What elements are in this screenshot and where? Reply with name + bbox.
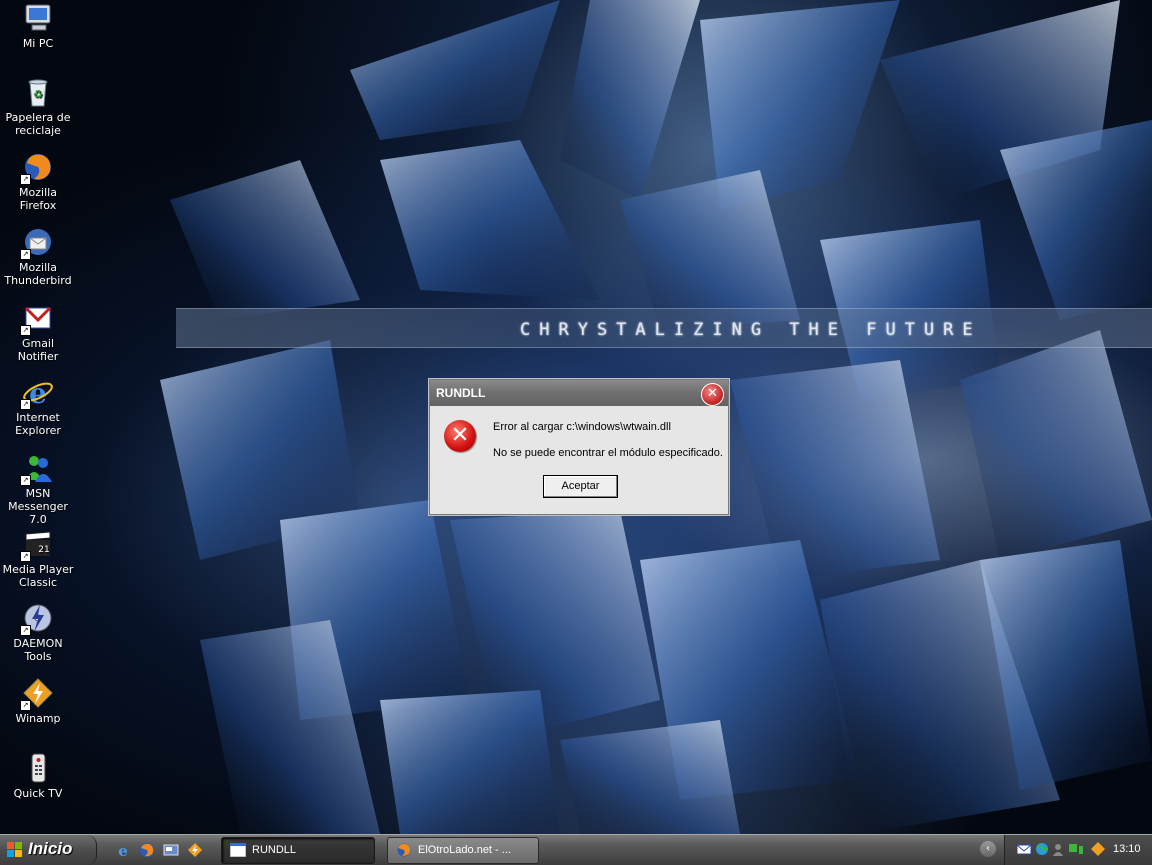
recycle-bin-icon: ♻ [22, 76, 54, 108]
shortcut-arrow-icon: ↗ [20, 399, 31, 410]
internet-explorer-icon[interactable]: e [115, 842, 131, 858]
start-label: Inicio [28, 839, 73, 858]
svg-text:e: e [29, 377, 47, 408]
taskbar-button-label: RUNDLL [252, 844, 297, 856]
shortcut-arrow-icon: ↗ [20, 475, 31, 486]
svg-text:e: e [118, 842, 128, 858]
desktop-icon-label: Mozilla Thunderbird [4, 261, 72, 287]
gmail-icon: ↗ [20, 302, 54, 336]
error-message-line2: No se puede encontrar el módulo especifi… [493, 447, 723, 459]
taskbar-button-rundll[interactable]: RUNDLL [221, 837, 375, 864]
firefox-icon [397, 843, 411, 857]
daemon-tools-icon: ↗ [20, 602, 54, 636]
desktop-icon-label: MSN Messenger 7.0 [8, 487, 68, 526]
desktop-icon-label: Mozilla Firefox [19, 186, 57, 212]
winamp-icon: ↗ [20, 677, 54, 711]
desktop-icon-media-player-classic[interactable]: 21 ↗ Media Player Classic [0, 528, 76, 589]
mail-icon[interactable] [1017, 842, 1031, 856]
thunderbird-icon: ↗ [20, 226, 54, 260]
firefox-icon: ↗ [20, 151, 54, 185]
windows-flag-icon [7, 842, 22, 857]
wallpaper-banner-text: CHRYSTALIZING THE FUTURE [520, 320, 982, 340]
taskbar: Inicio e RUNDLL ElOtroLado.net - ... ‹ 1… [0, 834, 1152, 865]
window-icon [230, 843, 246, 857]
shortcut-arrow-icon: ↗ [20, 625, 31, 636]
desktop-icon-label: Quick TV [13, 787, 63, 800]
desktop-icon-internet-explorer[interactable]: e ↗ Internet Explorer [0, 376, 76, 437]
messenger-icon[interactable] [1051, 842, 1065, 856]
desktop-icon-label: Gmail Notifier [17, 337, 59, 363]
close-button[interactable]: ✕ [701, 383, 724, 406]
svg-text:♻: ♻ [33, 88, 43, 101]
winamp-icon[interactable] [187, 842, 203, 858]
desktop-icon-label: Internet Explorer [15, 411, 61, 437]
winamp-icon[interactable] [1091, 842, 1105, 856]
network-connection-icon[interactable] [1069, 842, 1083, 856]
shortcut-arrow-icon: ↗ [20, 249, 31, 260]
clock[interactable]: 13:10 [1113, 843, 1141, 855]
shortcut-arrow-icon: ↗ [20, 325, 31, 336]
desktop-icon-mi-pc[interactable]: Mi PC [0, 2, 76, 50]
taskbar-button-elotrolado[interactable]: ElOtroLado.net - ... [387, 837, 539, 864]
desktop-icon-label: Papelera de reciclaje [5, 111, 71, 137]
dialog-title: RUNDLL [436, 386, 486, 400]
desktop-icon-daemon-tools[interactable]: ↗ DAEMON Tools [0, 602, 76, 663]
desktop-icon-msn-messenger[interactable]: ↗ MSN Messenger 7.0 [0, 452, 76, 526]
taskbar-button-label: ElOtroLado.net - ... [418, 844, 511, 856]
shortcut-arrow-icon: ↗ [20, 700, 31, 711]
show-desktop-icon[interactable] [163, 842, 179, 858]
dialog-titlebar[interactable]: RUNDLL ✕ [430, 380, 728, 406]
shortcut-arrow-icon: ↗ [20, 551, 31, 562]
system-tray: 13:10 [1004, 835, 1152, 865]
internet-explorer-icon: e ↗ [20, 376, 54, 410]
start-button[interactable]: Inicio [0, 835, 97, 865]
desktop-icon-label: Mi PC [22, 37, 54, 50]
quick-tv-icon [22, 752, 54, 784]
network-globe-icon[interactable] [1035, 842, 1049, 856]
my-computer-icon [22, 2, 54, 34]
desktop-icon-firefox[interactable]: ↗ Mozilla Firefox [0, 151, 76, 212]
desktop-icon-papelera[interactable]: ♻ Papelera de reciclaje [0, 76, 76, 137]
media-player-classic-icon: 21 ↗ [20, 528, 54, 562]
desktop-icon-label: DAEMON Tools [13, 637, 63, 663]
desktop-icon-gmail-notifier[interactable]: ↗ Gmail Notifier [0, 302, 76, 363]
desktop-icon-label: Media Player Classic [2, 563, 74, 589]
desktop-icon-quick-tv[interactable]: Quick TV [0, 752, 76, 800]
desktop-icon-winamp[interactable]: ↗ Winamp [0, 677, 76, 725]
desktop-icon-thunderbird[interactable]: ↗ Mozilla Thunderbird [0, 226, 76, 287]
shortcut-arrow-icon: ↗ [20, 174, 31, 185]
desktop-icon-label: Winamp [15, 712, 61, 725]
rundll-error-dialog: RUNDLL ✕ ✕ Error al cargar c:\windows\wt… [429, 379, 729, 515]
aceptar-button[interactable]: Aceptar [543, 475, 618, 498]
error-icon: ✕ [444, 420, 476, 452]
msn-messenger-icon: ↗ [20, 452, 54, 486]
error-message-line1: Error al cargar c:\windows\wtwain.dll [493, 421, 671, 433]
svg-text:21: 21 [38, 545, 49, 555]
firefox-icon[interactable] [139, 842, 155, 858]
chevron-left-icon[interactable]: ‹ [980, 841, 996, 857]
